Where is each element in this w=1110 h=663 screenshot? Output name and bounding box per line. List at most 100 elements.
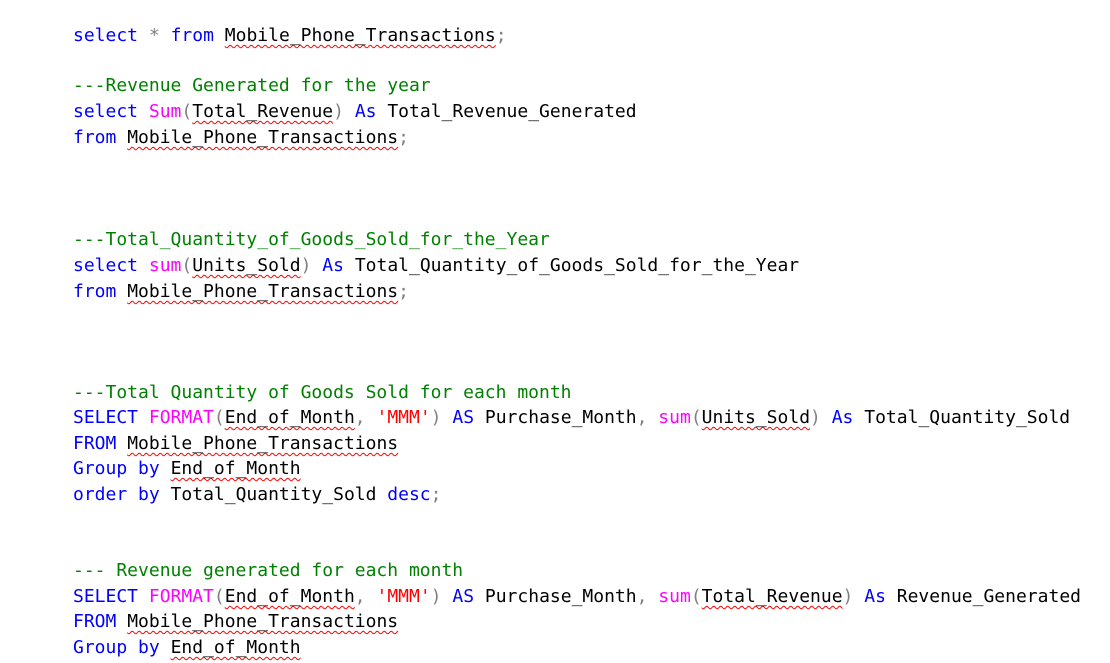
code-token: ; <box>398 127 409 148</box>
code-token: Total_Quantity_Sold <box>159 484 388 505</box>
code-line[interactable]: SELECT FORMAT(End_of_Month, 'MMM') AS Pu… <box>73 585 1081 609</box>
code-token: select <box>73 101 139 122</box>
unresolved-identifier: End_of_Month <box>170 637 301 658</box>
code-token: ) <box>333 101 344 122</box>
unresolved-identifier: End_of_Month <box>170 458 301 479</box>
code-token: , <box>354 407 366 428</box>
code-token: ( <box>181 101 193 122</box>
code-line[interactable]: Group by End_of_Month <box>73 636 301 660</box>
code-token: SELECT <box>73 407 139 428</box>
code-token: ( <box>213 407 225 428</box>
code-token: ; <box>495 25 507 46</box>
code-token: 'MMM' <box>376 407 431 428</box>
code-line[interactable]: ---Total_Quantity_of_Goods_Sold_for_the_… <box>73 228 550 252</box>
code-line[interactable]: select * from Mobile_Phone_Transactions; <box>73 24 507 48</box>
code-line[interactable]: from Mobile_Phone_Transactions; <box>73 280 409 304</box>
unresolved-identifier: Units_Sold <box>192 255 301 276</box>
code-line[interactable]: ---Total Quantity of Goods Sold for each… <box>73 381 572 405</box>
code-token: by <box>138 637 160 658</box>
code-token: Purchase_Month <box>474 407 637 428</box>
code-token: ) <box>430 407 442 428</box>
unresolved-identifier: Mobile_Phone_Transactions <box>224 25 496 46</box>
code-line[interactable]: select Sum(Total_Revenue) As Total_Reven… <box>73 100 637 124</box>
code-token: from <box>73 127 117 148</box>
code-token: Revenue_Generated <box>885 586 1081 607</box>
code-token: SELECT <box>73 586 139 607</box>
code-token: Total_Revenue_Generated <box>376 101 637 122</box>
code-comment: ---Total Quantity of Goods Sold for each… <box>73 382 572 403</box>
code-token: Total_Quantity_Sold <box>853 407 1071 428</box>
code-line[interactable]: FROM Mobile_Phone_Transactions <box>73 610 398 634</box>
code-token: Group <box>73 637 128 658</box>
code-token: by <box>138 484 160 505</box>
code-token: ) <box>430 586 442 607</box>
code-token: order <box>73 484 128 505</box>
unresolved-identifier: Mobile_Phone_Transactions <box>127 127 399 148</box>
code-line[interactable]: order by Total_Quantity_Sold desc; <box>73 483 442 507</box>
code-token: sum <box>148 255 182 276</box>
code-token: , <box>354 586 366 607</box>
unresolved-identifier: Total_Revenue <box>192 101 334 122</box>
code-comment: ---Revenue Generated for the year <box>73 75 431 96</box>
code-line[interactable]: Group by End_of_Month <box>73 457 301 481</box>
code-token: ( <box>181 255 193 276</box>
code-token: sum <box>658 407 691 428</box>
code-line[interactable]: select sum(Units_Sold) As Total_Quantity… <box>73 254 799 278</box>
code-token: As <box>322 255 344 276</box>
unresolved-identifier: Mobile_Phone_Transactions <box>127 611 399 632</box>
code-token: As <box>864 586 886 607</box>
code-token: Group <box>73 458 128 479</box>
code-comment: --- Revenue generated for each month <box>73 560 464 581</box>
code-token: , <box>636 586 648 607</box>
code-token: sum <box>658 586 691 607</box>
code-token: Purchase_Month <box>474 586 637 607</box>
code-token: AS <box>452 407 475 428</box>
unresolved-identifier: Units_Sold <box>701 407 811 428</box>
unresolved-identifier: End_of_Month <box>224 407 355 428</box>
code-line[interactable]: FROM Mobile_Phone_Transactions <box>73 432 398 456</box>
unresolved-identifier: Mobile_Phone_Transactions <box>127 281 399 302</box>
code-token: ) <box>842 586 854 607</box>
code-token: by <box>138 458 160 479</box>
code-token: As <box>831 407 854 428</box>
code-token: Sum <box>148 101 182 122</box>
code-token: ) <box>810 407 821 428</box>
code-line[interactable]: from Mobile_Phone_Transactions; <box>73 126 409 150</box>
code-token: AS <box>452 586 475 607</box>
code-line[interactable]: --- Revenue generated for each month <box>73 559 463 583</box>
code-token: ; <box>430 484 442 505</box>
sql-query-editor[interactable]: select * from Mobile_Phone_Transactions;… <box>0 0 1110 663</box>
code-token: As <box>354 101 377 122</box>
code-line[interactable]: SELECT FORMAT(End_of_Month, 'MMM') AS Pu… <box>73 406 1070 430</box>
code-token: 'MMM' <box>376 586 431 607</box>
code-token: FORMAT <box>148 407 214 428</box>
code-token: FROM <box>73 611 117 632</box>
code-token: ; <box>398 281 409 302</box>
code-line[interactable]: ---Revenue Generated for the year <box>73 74 431 98</box>
code-token: ( <box>690 586 702 607</box>
code-token: ( <box>213 586 225 607</box>
code-token: from <box>73 281 117 302</box>
